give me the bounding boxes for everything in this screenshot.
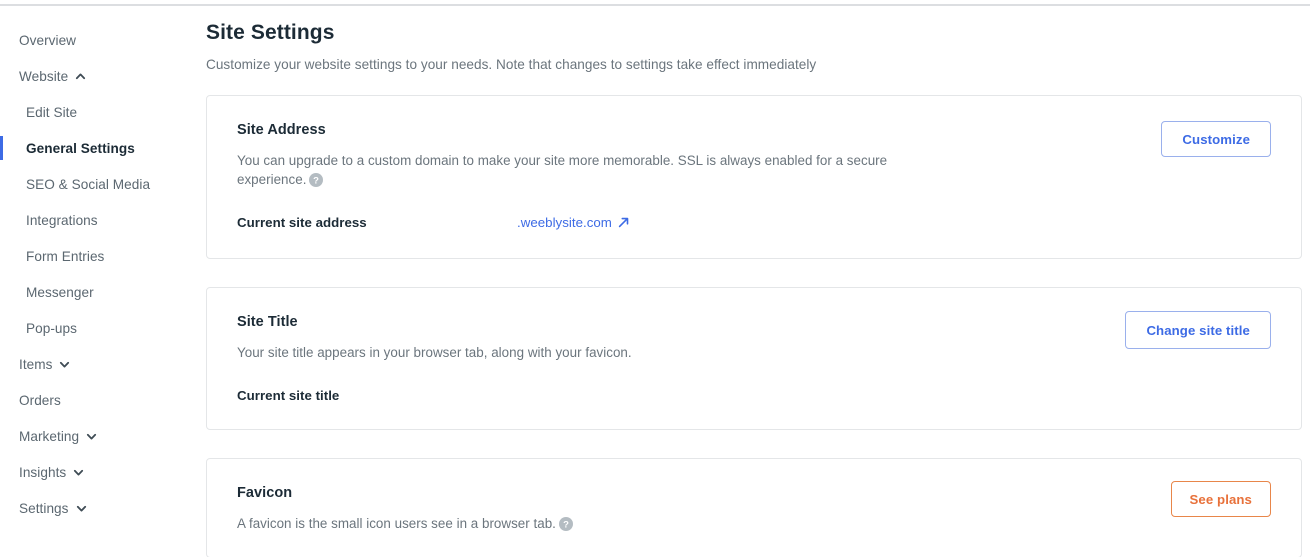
card-site-address: Site Address You can upgrade to a custom… — [206, 95, 1302, 259]
external-link-icon — [618, 217, 629, 228]
site-address-heading: Site Address — [237, 122, 1271, 138]
current-site-address-row: Current site address .weeblysite.com — [237, 215, 1271, 230]
svg-text:?: ? — [563, 520, 569, 531]
sidebar-item-orders[interactable]: Orders — [0, 382, 190, 418]
sidebar-item-label: Messenger — [26, 285, 94, 300]
chevron-down-icon[interactable] — [86, 431, 96, 441]
help-circle-icon[interactable]: ? — [309, 173, 323, 187]
sidebar-active-indicator — [0, 136, 3, 160]
sidebar-item-marketing[interactable]: Marketing — [0, 418, 190, 454]
sidebar-item-label: Items — [19, 357, 52, 372]
sidebar-item-label: SEO & Social Media — [26, 177, 150, 192]
site-settings-page: Overview Website Edit Site General Settings… — [0, 0, 1310, 557]
sidebar-item-messenger[interactable]: Messenger — [0, 274, 190, 310]
sidebar-item-items[interactable]: Items — [0, 346, 190, 382]
site-title-heading: Site Title — [237, 314, 1271, 330]
sidebar-item-pop-ups[interactable]: Pop-ups — [0, 310, 190, 346]
sidebar-item-label: Marketing — [19, 429, 79, 444]
site-address-description-text: You can upgrade to a custom domain to ma… — [237, 153, 887, 187]
sidebar-item-label: Insights — [19, 465, 66, 480]
sidebar-item-seo-social-media[interactable]: SEO & Social Media — [0, 166, 190, 202]
current-site-address-link[interactable]: .weeblysite.com — [517, 215, 629, 230]
sidebar-item-label: Form Entries — [26, 249, 104, 264]
chevron-down-icon[interactable] — [59, 359, 69, 369]
card-favicon: Favicon A favicon is the small icon user… — [206, 458, 1302, 557]
sidebar-item-label: Settings — [19, 501, 69, 516]
page-title: Site Settings — [206, 21, 1310, 45]
current-site-title-label: Current site title — [237, 388, 517, 403]
svg-text:?: ? — [314, 176, 320, 187]
current-site-address-label: Current site address — [237, 215, 517, 230]
customize-button[interactable]: Customize — [1161, 121, 1271, 157]
chevron-up-icon[interactable] — [75, 71, 85, 81]
sidebar-item-label: Pop-ups — [26, 321, 77, 336]
sidebar-item-label: Orders — [19, 393, 61, 408]
sidebar-item-label: Edit Site — [26, 105, 77, 120]
see-plans-button[interactable]: See plans — [1171, 481, 1271, 517]
primary-sidebar: Overview Website Edit Site General Settings… — [0, 12, 190, 557]
main-content: Site Settings Customize your website set… — [190, 12, 1310, 557]
sidebar-item-edit-site[interactable]: Edit Site — [0, 94, 190, 130]
sidebar-item-label: Website — [19, 69, 68, 84]
sidebar-item-label: Integrations — [26, 213, 98, 228]
sidebar-item-settings[interactable]: Settings — [0, 490, 190, 526]
site-title-description: Your site title appears in your browser … — [237, 343, 917, 362]
chevron-down-icon[interactable] — [73, 467, 83, 477]
current-site-address-value: .weeblysite.com — [517, 215, 612, 230]
favicon-heading: Favicon — [237, 485, 1271, 501]
sidebar-item-label: General Settings — [26, 141, 135, 156]
sidebar-item-overview[interactable]: Overview — [0, 22, 190, 58]
change-site-title-button[interactable]: Change site title — [1125, 311, 1271, 349]
favicon-description-text: A favicon is the small icon users see in… — [237, 516, 556, 531]
help-circle-icon[interactable]: ? — [559, 517, 573, 531]
site-address-description: You can upgrade to a custom domain to ma… — [237, 151, 917, 189]
sidebar-item-form-entries[interactable]: Form Entries — [0, 238, 190, 274]
sidebar-item-label: Overview — [19, 33, 76, 48]
favicon-description: A favicon is the small icon users see in… — [237, 514, 917, 533]
chevron-down-icon[interactable] — [76, 503, 86, 513]
sidebar-item-integrations[interactable]: Integrations — [0, 202, 190, 238]
page-subtitle: Customize your website settings to your … — [206, 57, 1310, 72]
card-site-title: Site Title Your site title appears in yo… — [206, 287, 1302, 430]
top-divider — [0, 4, 1310, 6]
sidebar-item-website[interactable]: Website — [0, 58, 190, 94]
sidebar-item-insights[interactable]: Insights — [0, 454, 190, 490]
current-site-title-row: Current site title — [237, 388, 1271, 403]
sidebar-item-general-settings[interactable]: General Settings — [0, 130, 190, 166]
